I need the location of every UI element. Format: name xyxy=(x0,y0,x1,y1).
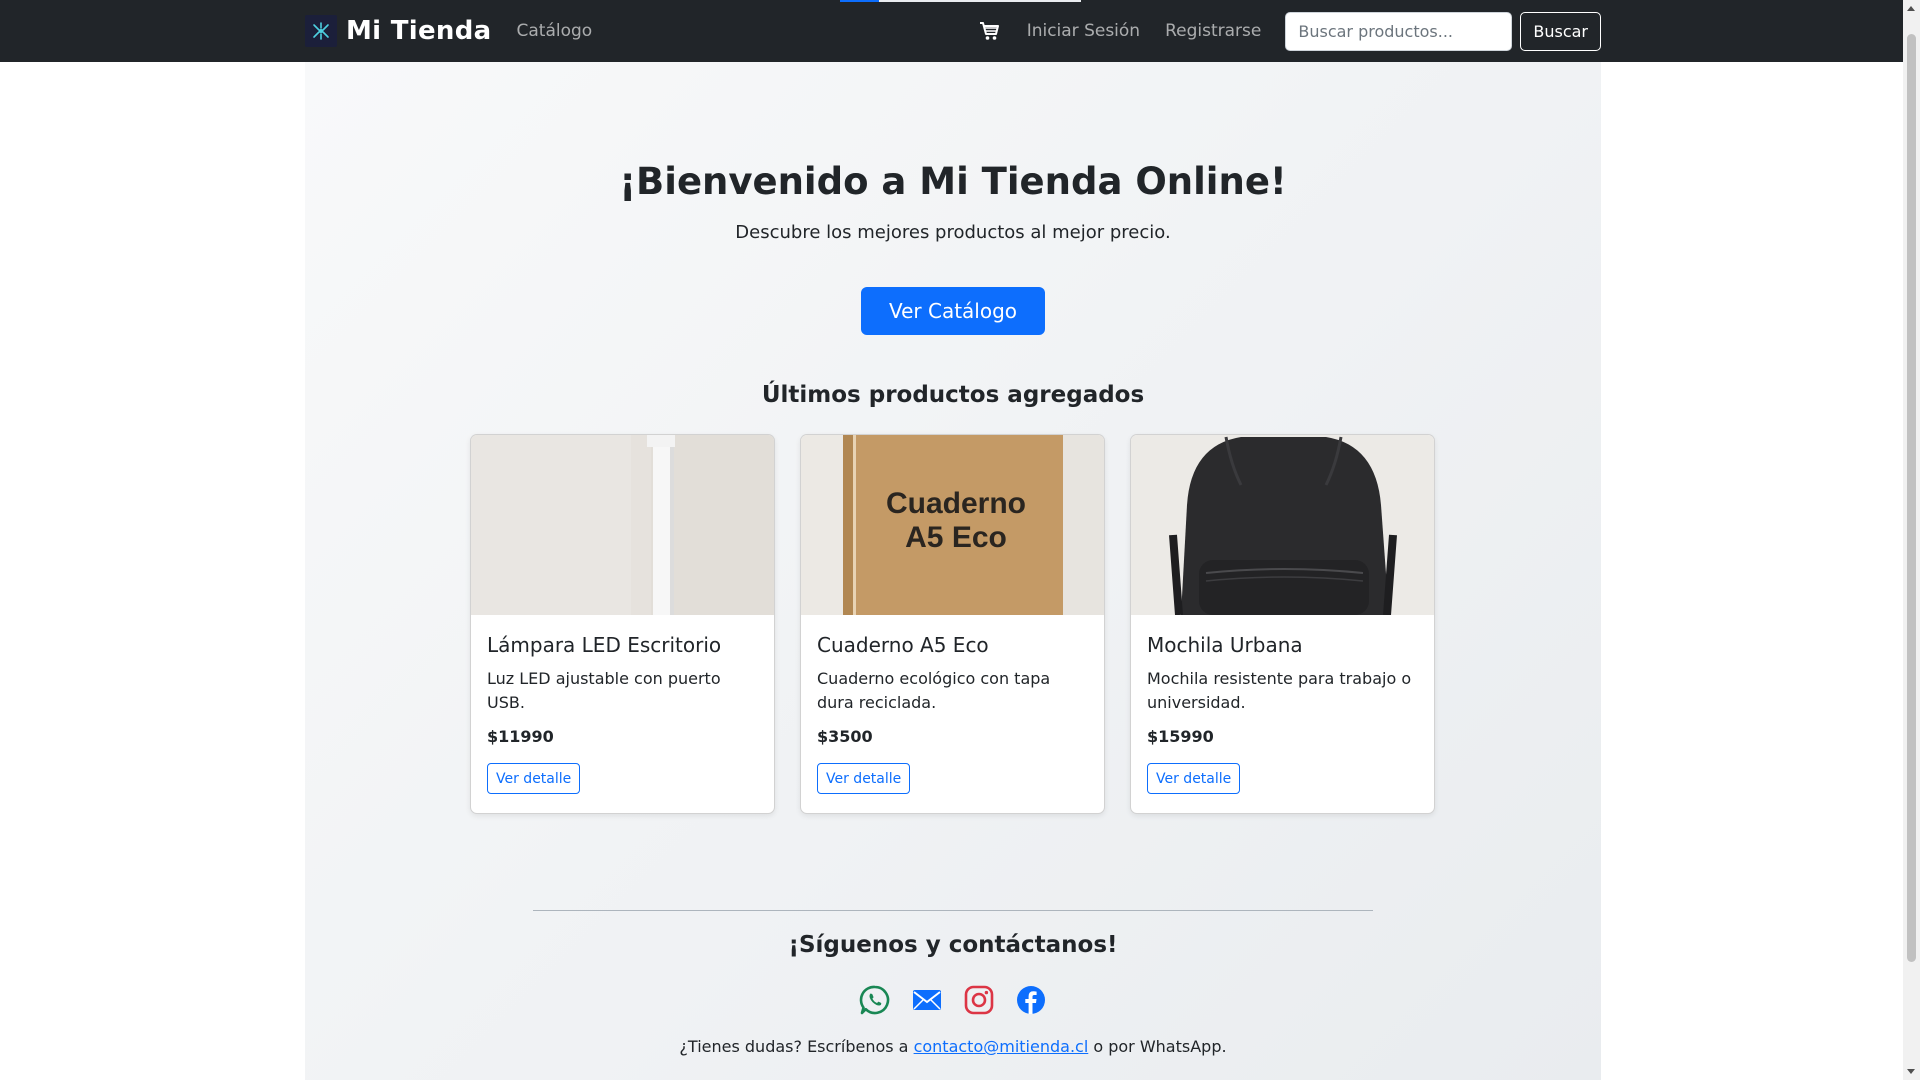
search-button[interactable]: Buscar xyxy=(1520,11,1601,51)
brand-logo-icon xyxy=(305,15,337,47)
follow-us-title: ¡Síguenos y contáctanos! xyxy=(788,932,1118,958)
view-catalog-button[interactable]: Ver Catálogo xyxy=(861,287,1045,335)
page-scrollbar[interactable] xyxy=(1903,0,1920,1080)
contact-line: ¿Tienes dudas? Escríbenos a contacto@mit… xyxy=(305,1037,1601,1056)
product-price: $15990 xyxy=(1147,727,1214,746)
product-card-lamp: Lámpara LED Escritorio Luz LED ajustable… xyxy=(470,434,775,814)
product-card-backpack: Mochila Urbana Mochila resistente para t… xyxy=(1130,434,1435,814)
product-name: Cuaderno A5 Eco xyxy=(817,633,989,657)
scrollbar-thumb[interactable] xyxy=(1907,34,1916,962)
product-description: Luz LED ajustable con puerto USB. xyxy=(487,669,721,712)
product-description: Cuaderno ecológico con tapa dura recicla… xyxy=(817,669,1051,712)
footer-divider xyxy=(533,910,1373,911)
notebook-cover-line1: Cuaderno xyxy=(886,487,1026,520)
product-description: Mochila resistente para trabajo o univer… xyxy=(1147,669,1412,712)
search-input[interactable] xyxy=(1285,11,1513,51)
hero-title: ¡Bienvenido a Mi Tienda Online! xyxy=(619,160,1287,203)
scroll-down-arrow-icon[interactable] xyxy=(1907,1069,1915,1074)
navbar: Mi Tienda Catálogo Iniciar Sesión Regist… xyxy=(0,0,1903,62)
instagram-icon[interactable] xyxy=(963,984,995,1016)
view-detail-button[interactable]: Ver detalle xyxy=(487,763,581,794)
social-links xyxy=(859,984,1059,1018)
navbar-inner: Mi Tienda Catálogo Iniciar Sesión Regist… xyxy=(305,0,1601,62)
register-link[interactable]: Registrarse xyxy=(1165,21,1261,41)
product-image-backpack xyxy=(1131,435,1434,615)
shopping-cart-icon[interactable] xyxy=(979,20,1001,42)
brand-link[interactable]: Mi Tienda xyxy=(305,15,491,47)
product-image-notebook: Cuaderno A5 Eco xyxy=(801,435,1104,615)
product-name: Lámpara LED Escritorio xyxy=(487,633,722,657)
facebook-icon[interactable] xyxy=(1015,984,1047,1016)
product-cards: Lámpara LED Escritorio Luz LED ajustable… xyxy=(470,434,1435,814)
product-card-notebook: Cuaderno A5 Eco Cuaderno A5 Eco Cuaderno… xyxy=(800,434,1105,814)
contact-email-link[interactable]: contacto@mitienda.cl xyxy=(914,1037,1089,1056)
product-image-lamp xyxy=(471,435,774,615)
contact-prefix: ¿Tienes dudas? Escríbenos a xyxy=(679,1037,909,1056)
email-icon[interactable] xyxy=(911,984,943,1016)
notebook-cover-line2: A5 Eco xyxy=(905,521,1007,554)
whatsapp-icon[interactable] xyxy=(859,984,891,1016)
product-price: $3500 xyxy=(817,727,873,746)
view-detail-button[interactable]: Ver detalle xyxy=(817,763,911,794)
view-detail-button[interactable]: Ver detalle xyxy=(1147,763,1241,794)
main-content: ¡Bienvenido a Mi Tienda Online! Descubre… xyxy=(305,62,1601,1080)
contact-suffix: o por WhatsApp. xyxy=(1093,1037,1227,1056)
scroll-up-arrow-icon[interactable] xyxy=(1907,6,1915,11)
nav-catalog-link[interactable]: Catálogo xyxy=(516,21,592,41)
hero-subtitle: Descubre los mejores productos al mejor … xyxy=(735,222,1171,243)
latest-products-title: Últimos productos agregados xyxy=(761,382,1145,408)
login-link[interactable]: Iniciar Sesión xyxy=(1027,21,1140,41)
product-price: $11990 xyxy=(487,727,554,746)
brand-name: Mi Tienda xyxy=(346,16,492,46)
product-name: Mochila Urbana xyxy=(1147,633,1303,657)
